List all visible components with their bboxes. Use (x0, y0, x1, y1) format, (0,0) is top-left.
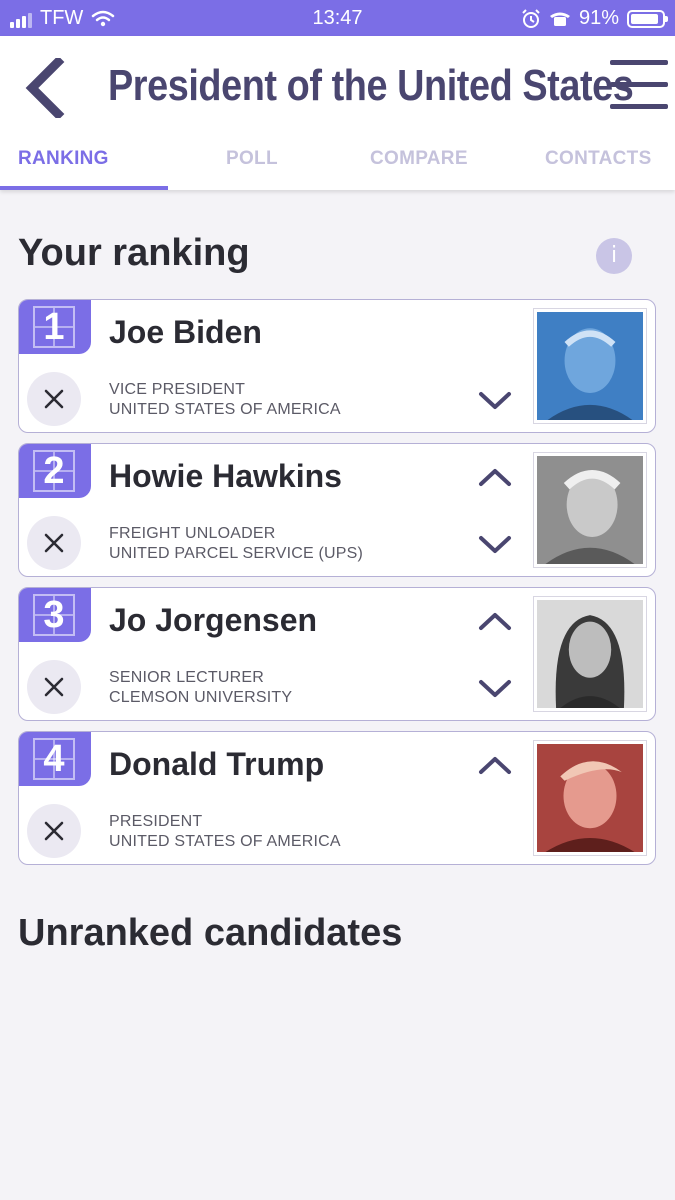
role-title: FREIGHT UNLOADER (109, 525, 276, 542)
close-icon (44, 677, 64, 697)
back-arrow-icon[interactable] (22, 58, 66, 118)
candidate-role: FREIGHT UNLOADER UNITED PARCEL SERVICE (… (109, 524, 363, 564)
battery-percent: 91% (578, 7, 619, 29)
tab-bar: RANKING POLL COMPARE CONTACTS (0, 144, 675, 190)
candidate-photo (533, 596, 647, 712)
candidate-name: Jo Jorgensen (109, 602, 318, 638)
rank-number: 4 (43, 738, 65, 780)
tab-contacts[interactable]: CONTACTS (545, 148, 652, 170)
move-down-chevron-icon[interactable] (477, 534, 513, 556)
tab-poll[interactable]: POLL (226, 148, 278, 170)
candidate-card: 3 Jo Jorgensen SENIOR LECTURER CLEMSON U… (18, 587, 656, 721)
rank-number: 1 (43, 306, 65, 348)
candidate-role: SENIOR LECTURER CLEMSON UNIVERSITY (109, 668, 292, 708)
phone-icon (549, 12, 570, 26)
remove-button[interactable] (27, 516, 81, 570)
candidate-card: 4 Donald Trump PRESIDENT UNITED STATES O… (18, 731, 656, 865)
tab-ranking[interactable]: RANKING (18, 148, 109, 170)
role-title: VICE PRESIDENT (109, 381, 246, 398)
page-title: President of the United States (108, 61, 634, 110)
close-icon (44, 533, 64, 553)
rank-badge: 3 (19, 588, 91, 642)
remove-button[interactable] (27, 660, 81, 714)
hamburger-menu-icon[interactable] (610, 60, 668, 112)
active-tab-indicator (0, 186, 168, 190)
role-organization: UNITED STATES OF AMERICA (109, 401, 341, 418)
role-organization: UNITED STATES OF AMERICA (109, 833, 341, 850)
candidate-name: Joe Biden (109, 314, 262, 350)
role-title: PRESIDENT (109, 813, 203, 830)
remove-button[interactable] (27, 804, 81, 858)
move-up-chevron-icon[interactable] (477, 754, 513, 776)
candidate-role: VICE PRESIDENT UNITED STATES OF AMERICA (109, 380, 341, 420)
move-up-chevron-icon[interactable] (477, 466, 513, 488)
remove-button[interactable] (27, 372, 81, 426)
rank-number: 3 (43, 594, 65, 636)
candidate-name: Donald Trump (109, 746, 325, 782)
role-title: SENIOR LECTURER (109, 669, 265, 686)
app-header: President of the United States RANKING P… (0, 36, 675, 190)
move-down-chevron-icon[interactable] (477, 678, 513, 700)
status-right: 91% (521, 7, 668, 30)
rank-badge: 4 (19, 732, 91, 786)
rank-badge: 1 (19, 300, 91, 354)
candidate-photo (533, 740, 647, 856)
rank-number: 2 (43, 450, 65, 492)
candidate-photo (533, 308, 647, 424)
candidate-role: PRESIDENT UNITED STATES OF AMERICA (109, 812, 341, 852)
status-bar: TFW 13:47 91% (0, 0, 675, 36)
candidate-photo (533, 452, 647, 568)
close-icon (44, 821, 64, 841)
candidate-card: 1 Joe Biden VICE PRESIDENT UNITED STATES… (18, 299, 656, 433)
unranked-heading: Unranked candidates (18, 912, 403, 954)
rank-badge: 2 (19, 444, 91, 498)
role-organization: UNITED PARCEL SERVICE (UPS) (109, 545, 364, 562)
role-organization: CLEMSON UNIVERSITY (109, 689, 293, 706)
alarm-icon (522, 8, 540, 28)
ranking-heading: Your ranking (18, 232, 250, 274)
move-up-chevron-icon[interactable] (477, 610, 513, 632)
battery-icon (627, 9, 668, 28)
info-button[interactable]: i (596, 238, 632, 274)
close-icon (44, 389, 64, 409)
candidate-card: 2 Howie Hawkins FREIGHT UNLOADER UNITED … (18, 443, 656, 577)
move-down-chevron-icon[interactable] (477, 390, 513, 412)
candidate-name: Howie Hawkins (109, 458, 342, 494)
tab-compare[interactable]: COMPARE (370, 148, 468, 170)
